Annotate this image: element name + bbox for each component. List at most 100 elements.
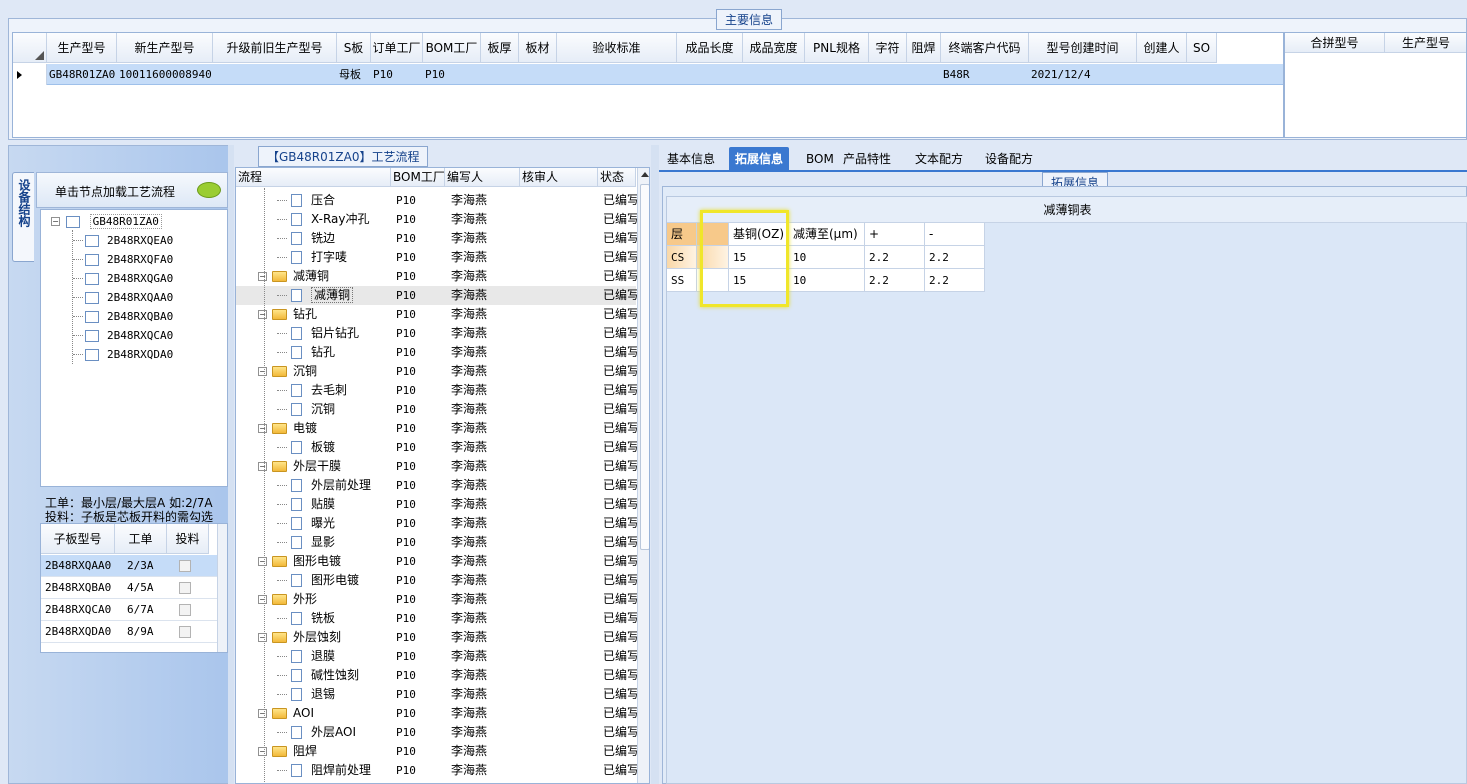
collapse-icon[interactable]: − [258,595,267,604]
col-header-17[interactable]: SO [1187,33,1217,63]
process-row[interactable]: X-Ray冲孔 P10 李海燕 已编写 [236,210,637,229]
process-row[interactable]: 曝光 P10 李海燕 已编写 [236,514,637,533]
process-row[interactable]: 沉铜 P10 李海燕 已编写 [236,400,637,419]
sub-row[interactable]: 2B48RXQBA0 4/5A [41,577,217,599]
collapse-icon[interactable]: − [258,633,267,642]
process-row[interactable]: 钻孔 P10 李海燕 已编写 [236,343,637,362]
ext-col-4[interactable]: + [865,223,925,246]
col-header-7[interactable]: 板材 [519,33,557,63]
process-row[interactable]: 铣板 P10 李海燕 已编写 [236,609,637,628]
col-header-0[interactable]: 生产型号 [47,33,117,63]
collapse-icon[interactable]: − [258,424,267,433]
sub-row[interactable]: 2B48RXQCA0 6/7A [41,599,217,621]
tree-child[interactable]: 2B48RXQGA0 [73,269,173,288]
process-row[interactable]: 碱性蚀刻 P10 李海燕 已编写 [236,666,637,685]
tree-child[interactable]: 2B48RXQDA0 [73,345,173,364]
tree-child[interactable]: 2B48RXQEA0 [73,231,173,250]
feed-checkbox[interactable] [179,560,191,572]
process-row[interactable]: 外层AOI P10 李海燕 已编写 [236,723,637,742]
process-row[interactable]: − 外层干膜 P10 李海燕 已编写 [236,457,637,476]
process-row[interactable]: 去毛刺 P10 李海燕 已编写 [236,381,637,400]
col-header-16[interactable]: 创建人 [1137,33,1187,63]
col-header-4[interactable]: 订单工厂 [371,33,423,63]
col-header-5[interactable]: BOM工厂 [423,33,481,63]
ext-cell[interactable]: 2.2 [865,246,925,269]
main-info-row[interactable]: GB48R01ZA0 10011600008940 母板 P10 P10 B48R 2021… [13,64,1283,85]
process-row[interactable]: 外层前处理 P10 李海燕 已编写 [236,476,637,495]
process-row[interactable]: 图形电镀 P10 李海燕 已编写 [236,571,637,590]
process-row[interactable]: 阻焊前处理 P10 李海燕 已编写 [236,761,637,780]
process-row[interactable]: 退锡 P10 李海燕 已编写 [236,685,637,704]
collapse-icon[interactable]: − [258,367,267,376]
col-header-2[interactable]: 升级前旧生产型号 [213,33,337,63]
ext-cell[interactable]: CS [667,246,697,269]
ext-cell[interactable]: 2.2 [925,269,985,292]
process-row[interactable]: − 外层蚀刻 P10 李海燕 已编写 [236,628,637,647]
collapse-icon[interactable]: − [258,462,267,471]
col-header-15[interactable]: 型号创建时间 [1029,33,1137,63]
tab-2[interactable]: BOM [800,147,840,171]
proc-col-0[interactable]: 流程 [236,168,391,187]
col-header-8[interactable]: 验收标准 [557,33,677,63]
ext-cell[interactable]: 2.2 [865,269,925,292]
process-row[interactable]: 压合 P10 李海燕 已编写 [236,191,637,210]
process-row[interactable]: − 减薄铜 P10 李海燕 已编写 [236,267,637,286]
col-header-10[interactable]: 成品宽度 [743,33,805,63]
process-scrollbar[interactable] [637,168,649,783]
tab-5[interactable]: 设备配方 [979,147,1039,171]
process-row[interactable]: 铣边 P10 李海燕 已编写 [236,229,637,248]
proc-col-4[interactable]: 状态 [598,168,636,187]
tab-1[interactable]: 拓展信息 [729,147,790,171]
process-row[interactable]: 贴膜 P10 李海燕 已编写 [236,495,637,514]
ext-cell[interactable]: 2.2 [925,246,985,269]
col-header-6[interactable]: 板厚 [481,33,519,63]
process-row[interactable]: − 外形 P10 李海燕 已编写 [236,590,637,609]
process-row[interactable]: 减薄铜 P10 李海燕 已编写 [236,286,637,305]
feed-checkbox[interactable] [179,582,191,594]
process-row[interactable]: − AOI P10 李海燕 已编写 [236,704,637,723]
process-row[interactable]: 显影 P10 李海燕 已编写 [236,533,637,552]
tree-child[interactable]: 2B48RXQBA0 [73,307,173,326]
vertical-tab[interactable]: 设备结构 [12,172,34,262]
tab-3[interactable]: 产品特性 [837,147,897,171]
process-row[interactable]: 板镀 P10 李海燕 已编写 [236,438,637,457]
tree-child[interactable]: 2B48RXQCA0 [73,326,173,345]
feed-checkbox[interactable] [179,604,191,616]
sub-grid-scrollbar[interactable] [217,524,227,652]
proc-col-3[interactable]: 核审人 [520,168,598,187]
proc-col-2[interactable]: 编写人 [445,168,520,187]
process-row[interactable]: 退膜 P10 李海燕 已编写 [236,647,637,666]
collapse-icon[interactable]: − [258,709,267,718]
process-row[interactable]: − 钻孔 P10 李海燕 已编写 [236,305,637,324]
scroll-up-icon[interactable] [641,172,649,177]
feed-checkbox[interactable] [179,626,191,638]
process-row[interactable]: − 沉铜 P10 李海燕 已编写 [236,362,637,381]
sub-row[interactable]: 2B48RXQAA0 2/3A [41,555,217,577]
process-row[interactable]: 打字唛 P10 李海燕 已编写 [236,248,637,267]
col-header-11[interactable]: PNL规格 [805,33,869,63]
tree-child[interactable]: 2B48RXQAA0 [73,288,173,307]
collapse-icon[interactable]: − [258,747,267,756]
ext-col-3[interactable]: 减薄至(μm) [789,223,865,246]
collapse-icon[interactable]: − [258,310,267,319]
ext-col-5[interactable]: - [925,223,985,246]
col-header-9[interactable]: 成品长度 [677,33,743,63]
col-header-12[interactable]: 字符 [869,33,907,63]
center-splitter[interactable] [651,145,659,784]
collapse-icon[interactable]: − [51,217,60,226]
col-header-3[interactable]: S板 [337,33,371,63]
left-splitter[interactable] [228,145,234,784]
tab-0[interactable]: 基本信息 [661,147,721,171]
process-row[interactable]: 铝片钻孔 P10 李海燕 已编写 [236,324,637,343]
col-header-1[interactable]: 新生产型号 [117,33,213,63]
col-header-13[interactable]: 阻焊 [907,33,941,63]
collapse-icon[interactable]: − [258,557,267,566]
collapse-icon[interactable]: − [258,272,267,281]
ext-cell[interactable]: 10 [789,269,865,292]
tree-root[interactable]: − GB48R01ZA0 [51,212,162,231]
process-row[interactable]: − 阻焊 P10 李海燕 已编写 [236,742,637,761]
tree-child[interactable]: 2B48RXQFA0 [73,250,173,269]
ext-cell[interactable]: 10 [789,246,865,269]
process-scroll-thumb[interactable] [640,184,649,550]
ext-cell[interactable]: SS [667,269,697,292]
